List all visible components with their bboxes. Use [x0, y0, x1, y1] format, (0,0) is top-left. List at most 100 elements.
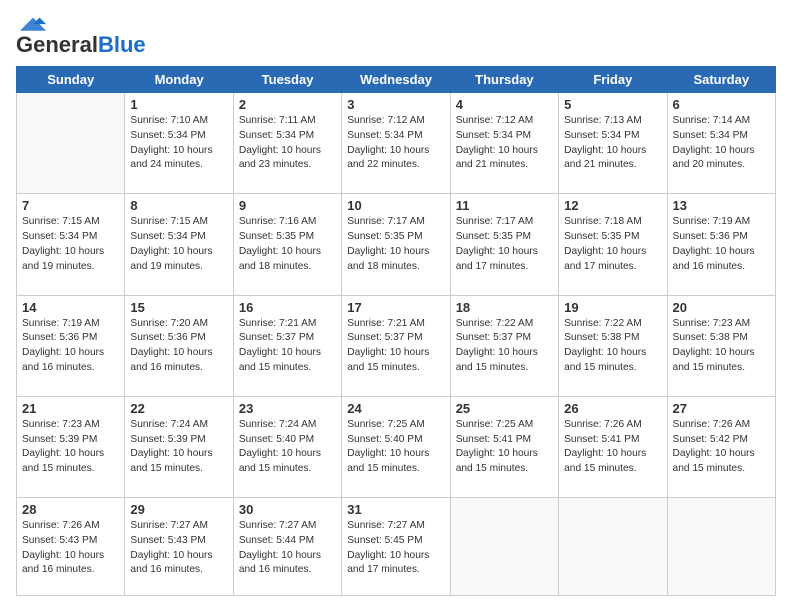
calendar-cell: 22 Sunrise: 7:24 AM Sunset: 5:39 PM Dayli…: [125, 396, 233, 497]
cell-info: Sunrise: 7:14 AM Sunset: 5:34 PM Dayligh…: [673, 114, 770, 173]
cell-info: Sunrise: 7:24 AM Sunset: 5:39 PM Dayligh…: [130, 418, 227, 477]
calendar-cell: 23 Sunrise: 7:24 AM Sunset: 5:40 PM Dayli…: [233, 396, 341, 497]
calendar-cell: 25Sunrise: 7:25 AM Sunset: 5:41 PM Dayli…: [450, 396, 558, 497]
calendar-cell: 26 Sunrise: 7:26 AM Sunset: 5:41 PM Dayli…: [559, 396, 667, 497]
calendar-cell: 10 Sunrise: 7:17 AM Sunset: 5:35 PM Dayli…: [342, 194, 450, 295]
day-number: 30: [239, 502, 336, 517]
calendar-week-4: 21 Sunrise: 7:23 AM Sunset: 5:39 PM Dayli…: [17, 396, 776, 497]
day-number: 13: [673, 198, 770, 213]
cell-info: Sunrise: 7:22 AM Sunset: 5:38 PM Dayligh…: [564, 317, 661, 376]
day-number: 1: [130, 97, 227, 112]
day-number: 2: [239, 97, 336, 112]
day-number: 8: [130, 198, 227, 213]
calendar-week-2: 7 Sunrise: 7:15 AM Sunset: 5:34 PM Daylig…: [17, 194, 776, 295]
page: GeneralBlue SundayMondayTuesdayWednesday…: [0, 0, 792, 612]
cell-info: Sunrise: 7:27 AM Sunset: 5:43 PM Dayligh…: [130, 519, 227, 578]
calendar-cell: 13 Sunrise: 7:19 AM Sunset: 5:36 PM Dayli…: [667, 194, 775, 295]
calendar-cell: 29 Sunrise: 7:27 AM Sunset: 5:43 PM Dayli…: [125, 498, 233, 596]
day-number: 29: [130, 502, 227, 517]
cell-info: Sunrise: 7:19 AM Sunset: 5:36 PM Dayligh…: [22, 317, 119, 376]
calendar-cell: 27 Sunrise: 7:26 AM Sunset: 5:42 PM Dayli…: [667, 396, 775, 497]
day-number: 4: [456, 97, 553, 112]
cell-info: Sunrise: 7:17 AM Sunset: 5:35 PM Dayligh…: [456, 215, 553, 274]
calendar-cell: 9 Sunrise: 7:16 AM Sunset: 5:35 PM Daylig…: [233, 194, 341, 295]
calendar-cell: 1 Sunrise: 7:10 AM Sunset: 5:34 PM Daylig…: [125, 93, 233, 194]
calendar-cell: 30 Sunrise: 7:27 AM Sunset: 5:44 PM Dayli…: [233, 498, 341, 596]
calendar-week-5: 28Sunrise: 7:26 AM Sunset: 5:43 PM Dayli…: [17, 498, 776, 596]
cell-info: Sunrise: 7:17 AM Sunset: 5:35 PM Dayligh…: [347, 215, 444, 274]
day-header-monday: Monday: [125, 67, 233, 93]
day-header-saturday: Saturday: [667, 67, 775, 93]
day-number: 16: [239, 300, 336, 315]
calendar-cell: 24 Sunrise: 7:25 AM Sunset: 5:40 PM Dayli…: [342, 396, 450, 497]
calendar-cell: 28Sunrise: 7:26 AM Sunset: 5:43 PM Dayli…: [17, 498, 125, 596]
day-number: 12: [564, 198, 661, 213]
day-number: 26: [564, 401, 661, 416]
cell-info: Sunrise: 7:10 AM Sunset: 5:34 PM Dayligh…: [130, 114, 227, 173]
day-number: 9: [239, 198, 336, 213]
day-number: 10: [347, 198, 444, 213]
calendar-cell: 18Sunrise: 7:22 AM Sunset: 5:37 PM Dayli…: [450, 295, 558, 396]
day-header-thursday: Thursday: [450, 67, 558, 93]
calendar-cell: 19 Sunrise: 7:22 AM Sunset: 5:38 PM Dayli…: [559, 295, 667, 396]
cell-info: Sunrise: 7:26 AM Sunset: 5:41 PM Dayligh…: [564, 418, 661, 477]
calendar-cell: 17Sunrise: 7:21 AM Sunset: 5:37 PM Dayli…: [342, 295, 450, 396]
cell-info: Sunrise: 7:13 AM Sunset: 5:34 PM Dayligh…: [564, 114, 661, 173]
day-header-sunday: Sunday: [17, 67, 125, 93]
cell-info: Sunrise: 7:12 AM Sunset: 5:34 PM Dayligh…: [456, 114, 553, 173]
calendar-cell: 11Sunrise: 7:17 AM Sunset: 5:35 PM Dayli…: [450, 194, 558, 295]
calendar-cell: [17, 93, 125, 194]
day-number: 19: [564, 300, 661, 315]
day-number: 7: [22, 198, 119, 213]
calendar-cell: [450, 498, 558, 596]
cell-info: Sunrise: 7:25 AM Sunset: 5:40 PM Dayligh…: [347, 418, 444, 477]
cell-info: Sunrise: 7:16 AM Sunset: 5:35 PM Dayligh…: [239, 215, 336, 274]
calendar: SundayMondayTuesdayWednesdayThursdayFrid…: [16, 66, 776, 596]
day-number: 27: [673, 401, 770, 416]
calendar-cell: 31 Sunrise: 7:27 AM Sunset: 5:45 PM Dayli…: [342, 498, 450, 596]
day-number: 20: [673, 300, 770, 315]
cell-info: Sunrise: 7:23 AM Sunset: 5:38 PM Dayligh…: [673, 317, 770, 376]
cell-info: Sunrise: 7:24 AM Sunset: 5:40 PM Dayligh…: [239, 418, 336, 477]
cell-info: Sunrise: 7:20 AM Sunset: 5:36 PM Dayligh…: [130, 317, 227, 376]
day-header-tuesday: Tuesday: [233, 67, 341, 93]
calendar-week-1: 1 Sunrise: 7:10 AM Sunset: 5:34 PM Daylig…: [17, 93, 776, 194]
cell-info: Sunrise: 7:26 AM Sunset: 5:42 PM Dayligh…: [673, 418, 770, 477]
day-number: 18: [456, 300, 553, 315]
cell-info: Sunrise: 7:27 AM Sunset: 5:44 PM Dayligh…: [239, 519, 336, 578]
day-number: 23: [239, 401, 336, 416]
day-number: 14: [22, 300, 119, 315]
calendar-header-row: SundayMondayTuesdayWednesdayThursdayFrid…: [17, 67, 776, 93]
header: GeneralBlue: [16, 16, 776, 56]
calendar-cell: [667, 498, 775, 596]
calendar-cell: 5 Sunrise: 7:13 AM Sunset: 5:34 PM Daylig…: [559, 93, 667, 194]
cell-info: Sunrise: 7:23 AM Sunset: 5:39 PM Dayligh…: [22, 418, 119, 477]
cell-info: Sunrise: 7:11 AM Sunset: 5:34 PM Dayligh…: [239, 114, 336, 173]
cell-info: Sunrise: 7:19 AM Sunset: 5:36 PM Dayligh…: [673, 215, 770, 274]
calendar-cell: 2 Sunrise: 7:11 AM Sunset: 5:34 PM Daylig…: [233, 93, 341, 194]
calendar-cell: 14 Sunrise: 7:19 AM Sunset: 5:36 PM Dayli…: [17, 295, 125, 396]
cell-info: Sunrise: 7:15 AM Sunset: 5:34 PM Dayligh…: [22, 215, 119, 274]
calendar-cell: 7 Sunrise: 7:15 AM Sunset: 5:34 PM Daylig…: [17, 194, 125, 295]
calendar-body: 1 Sunrise: 7:10 AM Sunset: 5:34 PM Daylig…: [17, 93, 776, 596]
cell-info: Sunrise: 7:27 AM Sunset: 5:45 PM Dayligh…: [347, 519, 444, 578]
day-header-wednesday: Wednesday: [342, 67, 450, 93]
calendar-cell: [559, 498, 667, 596]
calendar-cell: 3 Sunrise: 7:12 AM Sunset: 5:34 PM Daylig…: [342, 93, 450, 194]
day-header-friday: Friday: [559, 67, 667, 93]
day-number: 15: [130, 300, 227, 315]
logo-text: GeneralBlue: [16, 34, 146, 56]
calendar-cell: 8Sunrise: 7:15 AM Sunset: 5:34 PM Daylig…: [125, 194, 233, 295]
day-number: 24: [347, 401, 444, 416]
calendar-cell: 16 Sunrise: 7:21 AM Sunset: 5:37 PM Dayli…: [233, 295, 341, 396]
calendar-cell: 15 Sunrise: 7:20 AM Sunset: 5:36 PM Dayli…: [125, 295, 233, 396]
cell-info: Sunrise: 7:21 AM Sunset: 5:37 PM Dayligh…: [239, 317, 336, 376]
day-number: 25: [456, 401, 553, 416]
day-number: 22: [130, 401, 227, 416]
cell-info: Sunrise: 7:12 AM Sunset: 5:34 PM Dayligh…: [347, 114, 444, 173]
day-number: 5: [564, 97, 661, 112]
day-number: 31: [347, 502, 444, 517]
day-number: 3: [347, 97, 444, 112]
day-number: 21: [22, 401, 119, 416]
calendar-week-3: 14 Sunrise: 7:19 AM Sunset: 5:36 PM Dayli…: [17, 295, 776, 396]
